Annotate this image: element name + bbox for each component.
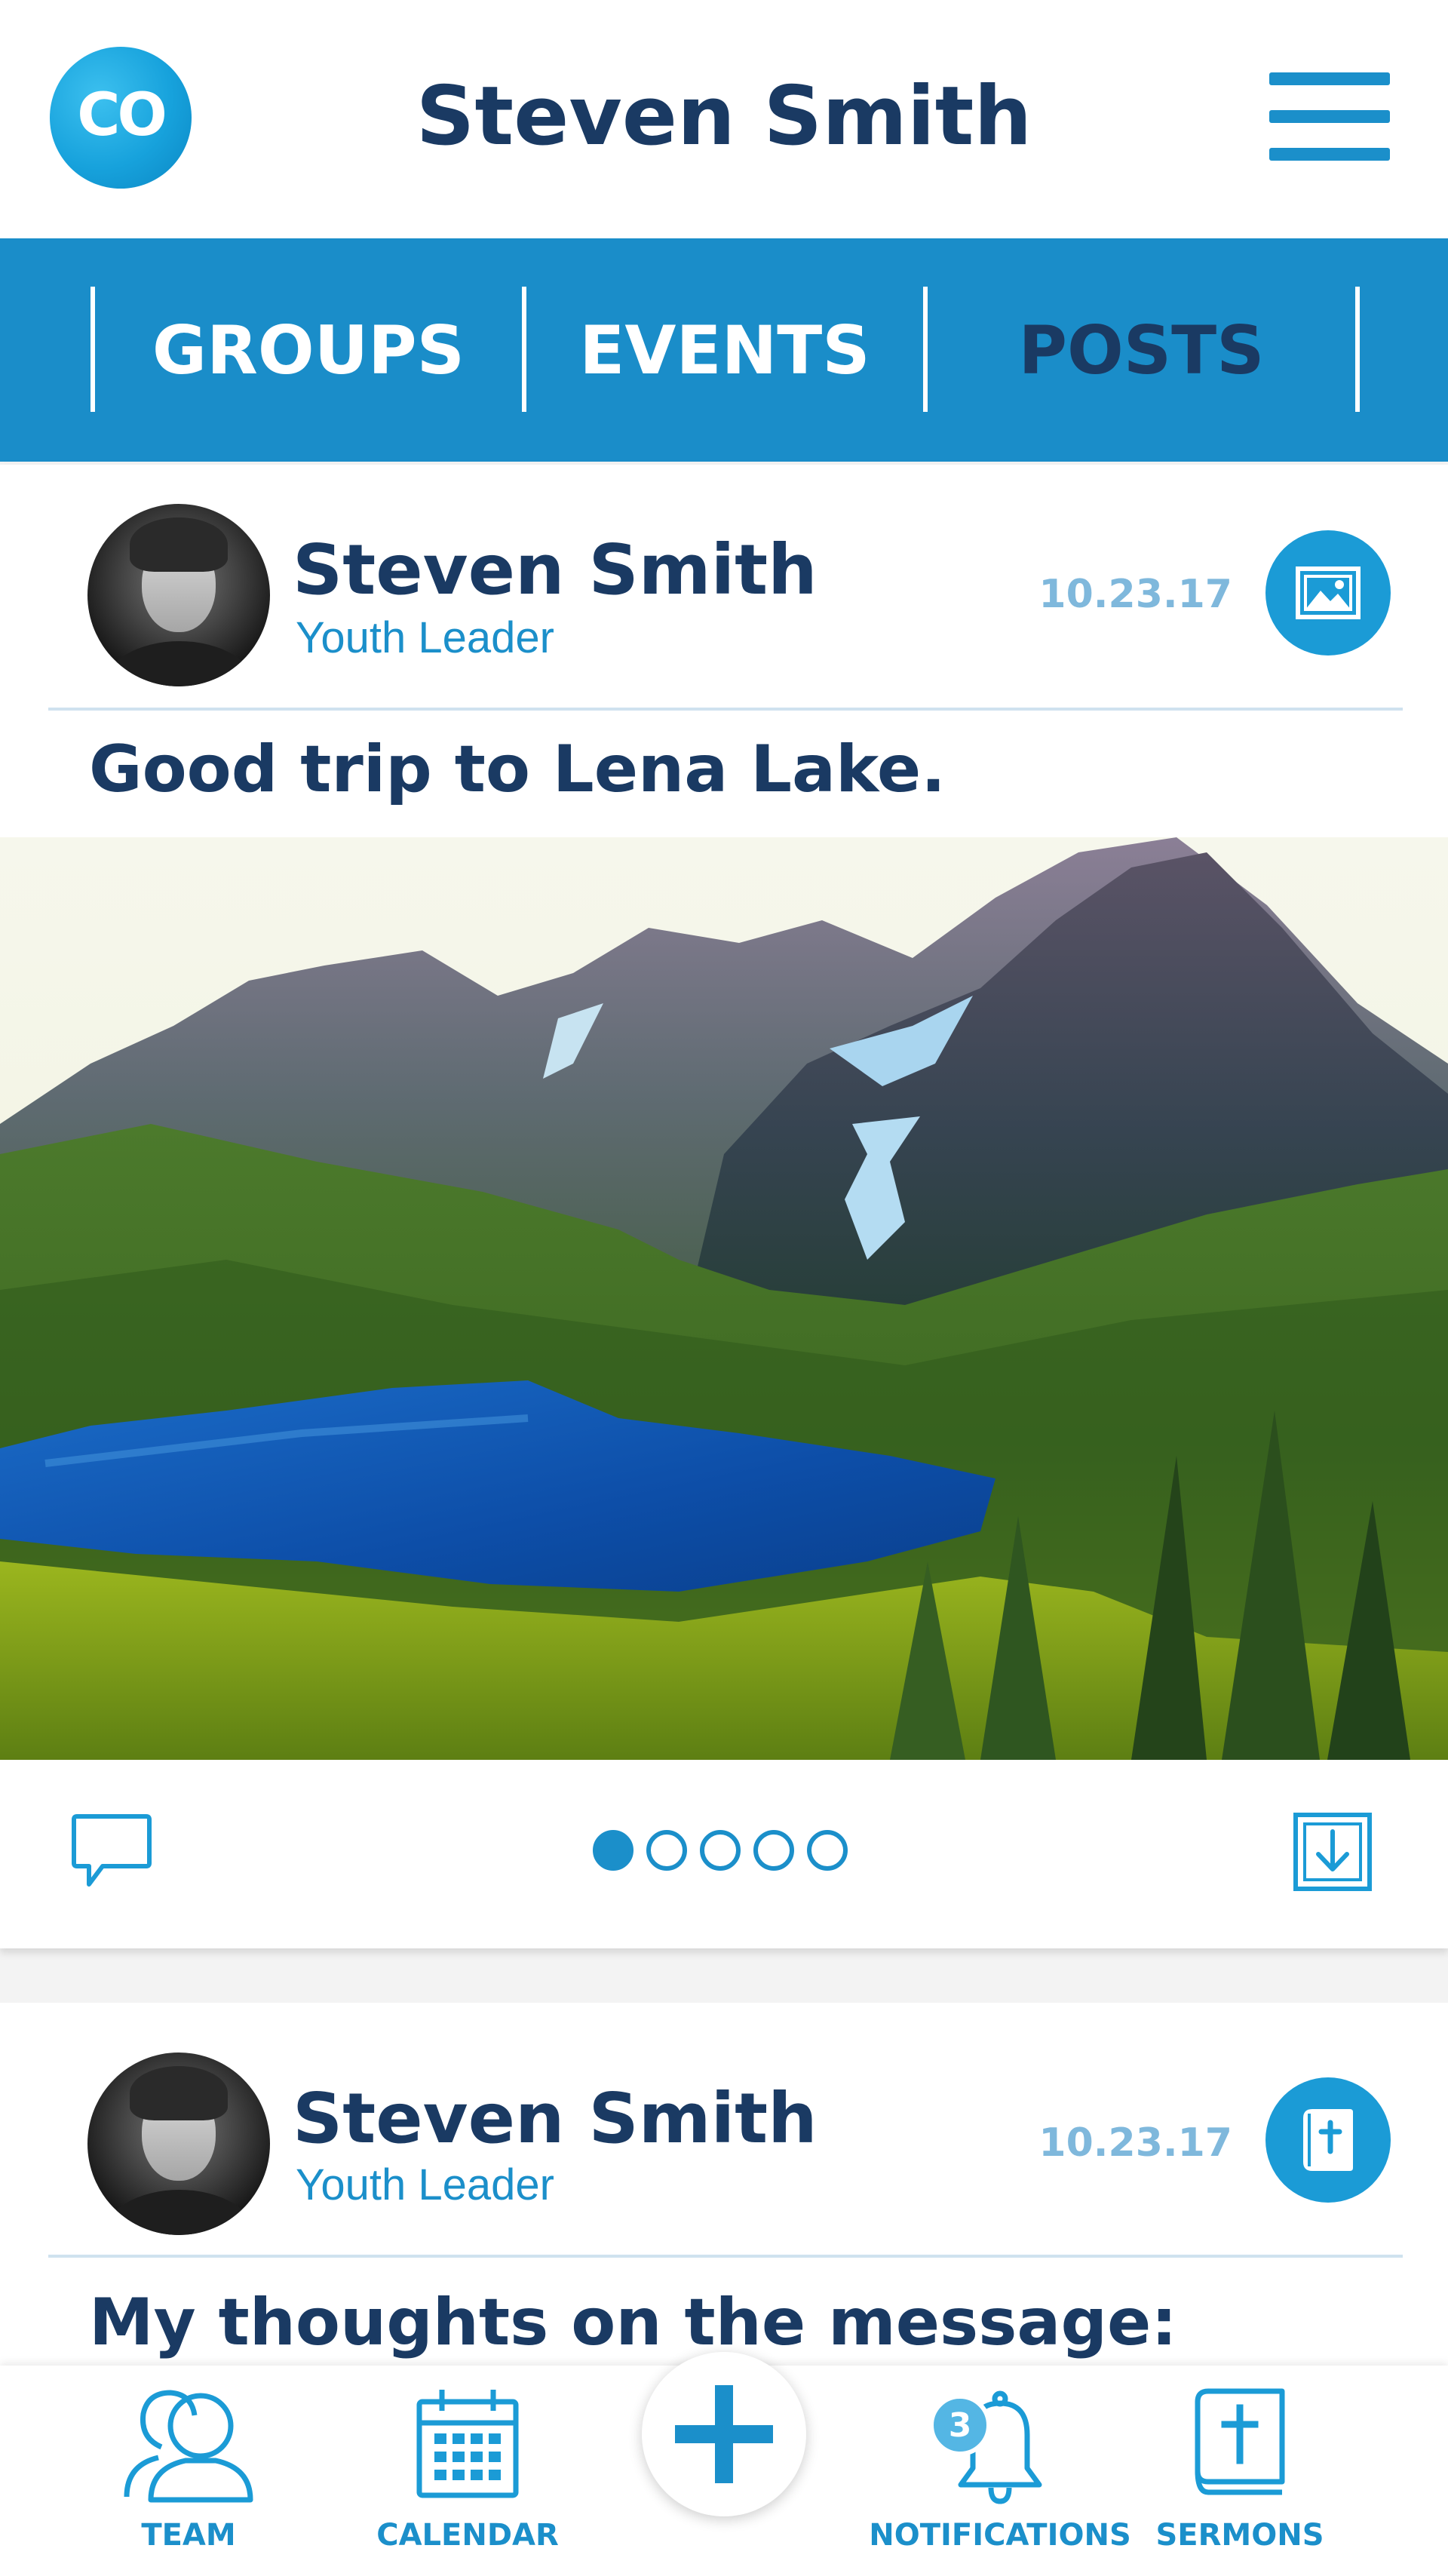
carousel-dot[interactable] [807,1830,848,1871]
nav-sermons[interactable]: SERMONS [1155,2366,1324,2576]
add-post-button[interactable] [642,2352,806,2516]
post-photo[interactable] [0,837,1448,1760]
hamburger-menu-button[interactable] [1269,72,1390,161]
download-button[interactable] [1293,1812,1373,1896]
hamburger-icon [1269,72,1390,85]
hamburger-icon-bar [1269,110,1390,123]
tab-events[interactable]: EVENTS [526,238,923,462]
bible-icon [1195,2388,1285,2495]
section-tabs: GROUPS EVENTS POSTS [0,238,1448,462]
tab-posts[interactable]: POSTS [928,238,1355,462]
nav-label: CALENDAR [376,2518,559,2553]
avatar[interactable] [87,2053,270,2235]
plus-icon [675,2385,773,2483]
nav-calendar[interactable]: CALENDAR [376,2366,559,2576]
carousel-dot[interactable] [753,1830,794,1871]
carousel-dot[interactable] [700,1830,741,1871]
post-title: Good trip to Lena Lake. [89,732,946,807]
hamburger-icon-bar [1269,148,1390,161]
post-title: My thoughts on the message: [89,2285,1177,2360]
carousel-dot[interactable] [593,1830,634,1871]
post-author-role: Youth Leader [296,2160,554,2209]
app-header: CO Steven Smith [0,0,1448,238]
nav-label: NOTIFICATIONS [869,2518,1131,2553]
calendar-icon [416,2390,519,2498]
notification-count-badge: 3 [929,2394,991,2456]
post-author[interactable]: Steven Smith [293,530,818,610]
image-icon [1296,566,1361,619]
comment-button[interactable] [69,1810,154,1899]
comment-icon [72,1814,152,1887]
tab-divider [1355,287,1360,412]
carousel-indicator [593,1830,848,1871]
page-title: Steven Smith [416,69,1032,164]
image-post-badge [1265,530,1391,656]
avatar[interactable] [87,504,270,686]
post-author-role: Youth Leader [296,613,554,662]
tab-groups[interactable]: GROUPS [95,238,522,462]
team-icon [124,2390,253,2503]
download-icon [1293,1813,1372,1891]
nav-team[interactable]: TEAM [113,2366,264,2576]
post-date: 10.23.17 [1038,2120,1232,2166]
post-date: 10.23.17 [1038,572,1232,617]
nav-label: TEAM [141,2518,236,2553]
carousel-dot[interactable] [646,1830,687,1871]
post-card: Steven Smith Youth Leader 10.23.17 Good … [0,465,1448,1948]
sermon-notes-badge [1265,2077,1391,2203]
nav-label: SERMONS [1155,2518,1324,2553]
card-divider [48,708,1403,711]
sermon-notes-icon [1303,2109,1353,2171]
card-divider [48,2255,1403,2258]
nav-notifications[interactable]: NOTIFICATIONS [869,2366,1131,2576]
landscape-photo [0,837,1448,1760]
post-author[interactable]: Steven Smith [293,2078,818,2159]
